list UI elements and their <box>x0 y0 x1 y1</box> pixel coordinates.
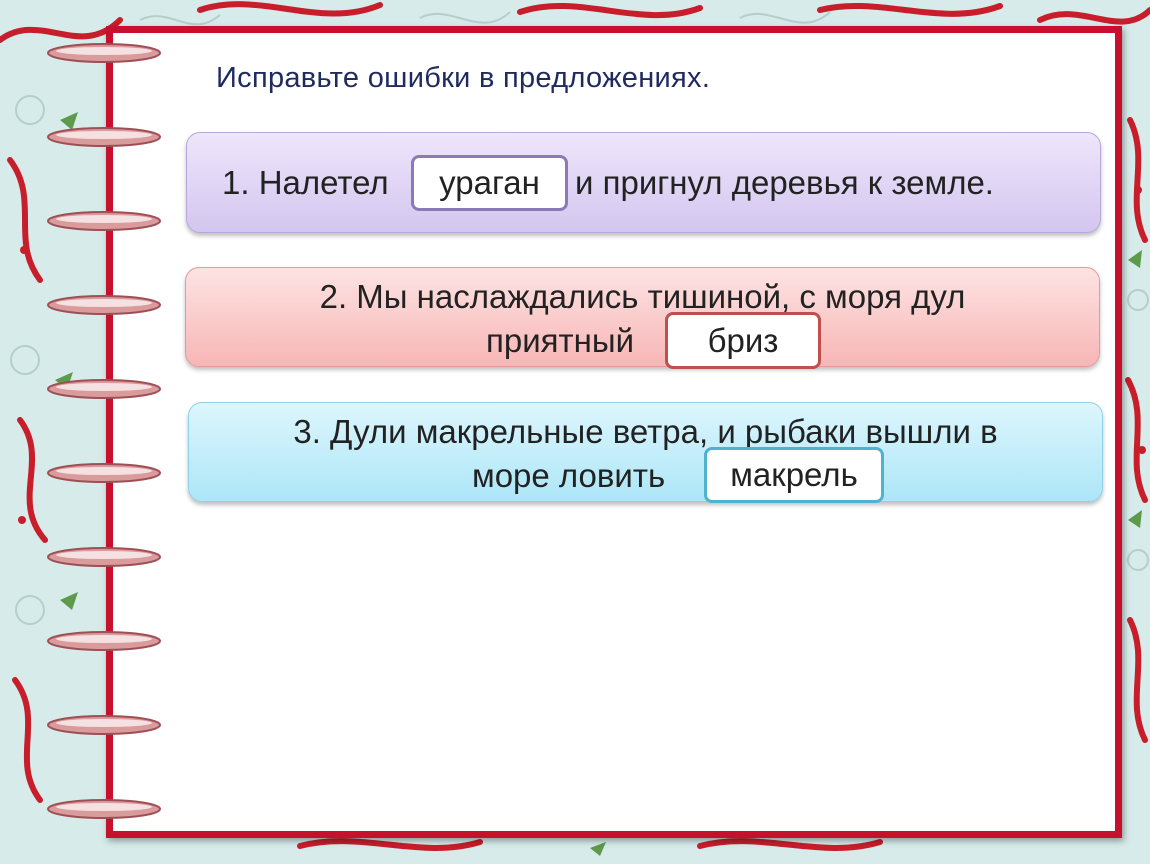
binding-ring <box>47 127 161 147</box>
binding-ring <box>47 463 161 483</box>
sentence-1-after: и пригнул деревья к земле. <box>575 164 994 201</box>
binding-ring <box>47 211 161 231</box>
sentence-1-before: 1. Налетел <box>222 164 389 201</box>
spiral-binding <box>44 40 164 840</box>
answer-box-3[interactable]: макрель <box>704 447 884 503</box>
sentence-card-1: 1. Налетел и пригнул деревья к земле. <box>186 132 1101 233</box>
page-title: Исправьте ошибки в предложениях. <box>216 62 711 94</box>
answer-box-1[interactable]: ураган <box>411 155 568 211</box>
sentence-3-line-2: море ловить <box>472 457 666 494</box>
sentence-card-3: 3. Дули макрельные ветра, и рыбаки вышли… <box>188 402 1103 502</box>
binding-ring <box>47 295 161 315</box>
binding-ring <box>47 547 161 567</box>
sentence-card-2: 2. Мы наслаждались тишиной, с моря дул п… <box>185 267 1100 367</box>
binding-ring <box>47 715 161 735</box>
sentence-2-line-2: приятный <box>486 322 635 359</box>
binding-ring <box>47 631 161 651</box>
sentence-3-line-1: 3. Дули макрельные ветра, и рыбаки вышли… <box>293 413 998 450</box>
answer-box-2[interactable]: бриз <box>665 312 821 369</box>
sentence-2-line-1: 2. Мы наслаждались тишиной, с моря дул <box>319 278 966 315</box>
binding-ring <box>47 43 161 63</box>
binding-ring <box>47 799 161 819</box>
binding-ring <box>47 379 161 399</box>
